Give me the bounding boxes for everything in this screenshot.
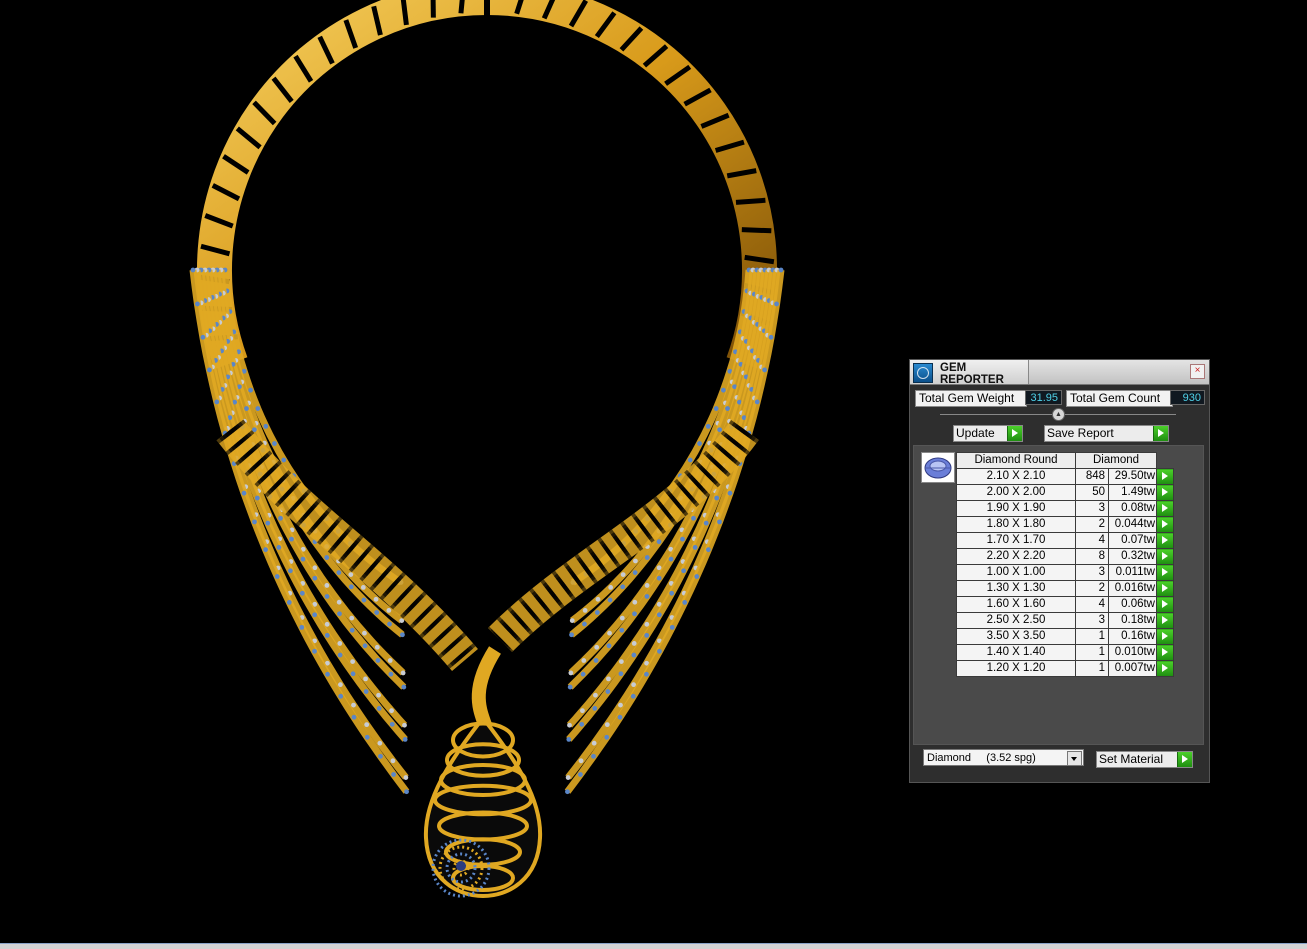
- table-row[interactable]: 2.20 X 2.20 8 0.32tw: [956, 548, 1174, 565]
- row-arrow-icon[interactable]: [1156, 596, 1174, 613]
- row-arrow-icon[interactable]: [1156, 612, 1174, 629]
- round-diamond-icon[interactable]: [921, 452, 955, 483]
- row-arrow-icon[interactable]: [1156, 500, 1174, 517]
- table-row[interactable]: 3.50 X 3.50 1 0.16tw: [956, 628, 1174, 645]
- gem-weight-cell: 29.50tw: [1108, 468, 1157, 485]
- gem-reporter-app-icon: [913, 363, 933, 383]
- gem-count-cell: 1: [1075, 644, 1109, 661]
- collar-ring: [197, 0, 777, 370]
- row-arrow-icon[interactable]: [1156, 628, 1174, 645]
- gem-size-cell: 1.00 X 1.00: [956, 564, 1076, 581]
- material-dropdown[interactable]: Diamond (3.52 spg): [923, 749, 1084, 766]
- gem-count-cell: 3: [1075, 564, 1109, 581]
- row-arrow-icon[interactable]: [1156, 564, 1174, 581]
- gem-size-cell: 2.50 X 2.50: [956, 612, 1076, 629]
- gem-size-cell: 2.10 X 2.10: [956, 468, 1076, 485]
- set-material-button[interactable]: Set Material: [1096, 751, 1193, 768]
- gem-weight-cell: 0.32tw: [1108, 548, 1157, 565]
- row-arrow-icon[interactable]: [1156, 484, 1174, 501]
- gem-count-cell: 8: [1075, 548, 1109, 565]
- table-row[interactable]: 1.90 X 1.90 3 0.08tw: [956, 500, 1174, 517]
- gem-weight-cell: 0.08tw: [1108, 500, 1157, 517]
- gem-size-cell: 1.40 X 1.40: [956, 644, 1076, 661]
- chevron-down-icon[interactable]: [1067, 751, 1082, 766]
- table-row[interactable]: 1.80 X 1.80 2 0.044tw: [956, 516, 1174, 533]
- window-bottom-edge: [0, 943, 1307, 949]
- collar-stripes: [199, 0, 775, 342]
- gem-size-cell: 1.20 X 1.20: [956, 660, 1076, 677]
- table-row[interactable]: 1.00 X 1.00 3 0.011tw: [956, 564, 1174, 581]
- material-dropdown-value: Diamond (3.52 spg): [927, 752, 1036, 764]
- gem-count-cell: 4: [1075, 596, 1109, 613]
- gem-weight-cell: 0.016tw: [1108, 580, 1157, 597]
- gem-weight-cell: 0.007tw: [1108, 660, 1157, 677]
- report-area: Diamond Round Diamond 2.10 X 2.10 848 29.5…: [913, 445, 1204, 745]
- play-arrow-icon: [1007, 426, 1022, 441]
- close-icon[interactable]: ×: [1190, 364, 1205, 379]
- gem-report-table: Diamond Round Diamond 2.10 X 2.10 848 29.5…: [956, 452, 1174, 677]
- gem-weight-cell: 1.49tw: [1108, 484, 1157, 501]
- table-header-row: Diamond Round Diamond: [956, 452, 1174, 469]
- gem-count-cell: 2: [1075, 580, 1109, 597]
- table-row[interactable]: 2.00 X 2.00 50 1.49tw: [956, 484, 1174, 501]
- column-header-material: Diamond: [1075, 452, 1157, 469]
- update-button-label: Update: [956, 426, 995, 440]
- column-header-shape: Diamond Round: [956, 452, 1076, 469]
- total-gem-count-value: 930: [1170, 390, 1205, 405]
- gem-count-cell: 848: [1075, 468, 1109, 485]
- gem-weight-cell: 0.011tw: [1108, 564, 1157, 581]
- teardrop-pendant: [423, 714, 543, 899]
- gem-count-cell: 3: [1075, 612, 1109, 629]
- gem-count-cell: 50: [1075, 484, 1109, 501]
- gem-count-cell: 1: [1075, 628, 1109, 645]
- gem-size-cell: 2.20 X 2.20: [956, 548, 1076, 565]
- gem-count-cell: 1: [1075, 660, 1109, 677]
- gem-weight-cell: 0.010tw: [1108, 644, 1157, 661]
- row-arrow-icon[interactable]: [1156, 660, 1174, 677]
- table-row[interactable]: 2.10 X 2.10 848 29.50tw: [956, 468, 1174, 485]
- row-arrow-icon[interactable]: [1156, 644, 1174, 661]
- table-row[interactable]: 2.50 X 2.50 3 0.18tw: [956, 612, 1174, 629]
- total-gem-weight-label: Total Gem Weight: [915, 390, 1027, 407]
- row-arrow-icon[interactable]: [1156, 468, 1174, 485]
- gem-weight-cell: 0.07tw: [1108, 532, 1157, 549]
- row-arrow-icon[interactable]: [1156, 548, 1174, 565]
- update-button[interactable]: Update: [953, 425, 1023, 442]
- total-gem-count-label: Total Gem Count: [1066, 390, 1173, 407]
- table-row[interactable]: 1.40 X 1.40 1 0.010tw: [956, 644, 1174, 661]
- set-material-button-label: Set Material: [1099, 752, 1164, 766]
- gem-size-cell: 1.60 X 1.60: [956, 596, 1076, 613]
- panel-tab[interactable]: GEM REPORTER: [910, 360, 1029, 386]
- collapse-up-icon[interactable]: ▲: [1052, 408, 1065, 421]
- panel-title-bar[interactable]: GEM REPORTER ×: [910, 360, 1209, 386]
- gem-weight-cell: 0.044tw: [1108, 516, 1157, 533]
- save-report-button-label: Save Report: [1047, 426, 1114, 440]
- row-arrow-icon[interactable]: [1156, 580, 1174, 597]
- table-row[interactable]: 1.30 X 1.30 2 0.016tw: [956, 580, 1174, 597]
- row-arrow-icon[interactable]: [1156, 516, 1174, 533]
- table-row[interactable]: 1.60 X 1.60 4 0.06tw: [956, 596, 1174, 613]
- gem-weight-cell: 0.18tw: [1108, 612, 1157, 629]
- gem-size-cell: 2.00 X 2.00: [956, 484, 1076, 501]
- gem-count-cell: 2: [1075, 516, 1109, 533]
- gem-weight-cell: 0.06tw: [1108, 596, 1157, 613]
- total-gem-weight-value: 31.95: [1025, 390, 1062, 405]
- panel-title: GEM REPORTER: [940, 362, 1004, 386]
- gem-size-cell: 1.80 X 1.80: [956, 516, 1076, 533]
- gem-reporter-panel: GEM REPORTER × Total Gem Weight 31.95 To…: [909, 359, 1210, 783]
- row-arrow-icon[interactable]: [1156, 532, 1174, 549]
- gem-count-cell: 3: [1075, 500, 1109, 517]
- gem-size-cell: 3.50 X 3.50: [956, 628, 1076, 645]
- table-row[interactable]: 1.70 X 1.70 4 0.07tw: [956, 532, 1174, 549]
- gem-size-cell: 1.30 X 1.30: [956, 580, 1076, 597]
- save-report-button[interactable]: Save Report: [1044, 425, 1169, 442]
- gem-size-cell: 1.70 X 1.70: [956, 532, 1076, 549]
- play-arrow-icon: [1177, 752, 1192, 767]
- table-row[interactable]: 1.20 X 1.20 1 0.007tw: [956, 660, 1174, 677]
- pave-swirls: [189, 267, 785, 795]
- play-arrow-icon: [1153, 426, 1168, 441]
- gem-weight-cell: 0.16tw: [1108, 628, 1157, 645]
- gem-size-cell: 1.90 X 1.90: [956, 500, 1076, 517]
- gem-count-cell: 4: [1075, 532, 1109, 549]
